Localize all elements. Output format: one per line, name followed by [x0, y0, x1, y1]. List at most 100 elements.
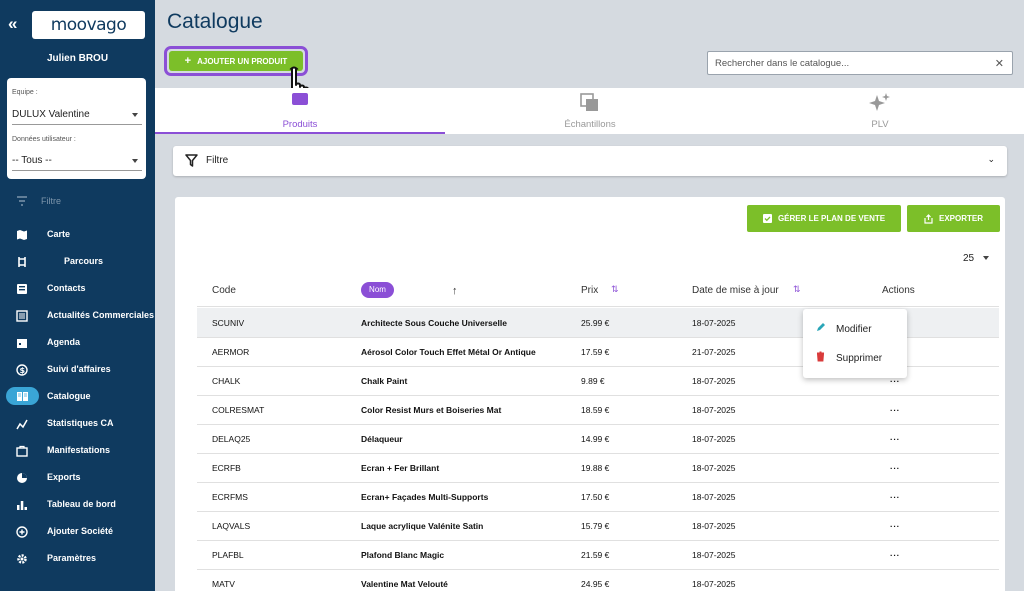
- sidebar-item-suivi[interactable]: $ Suivi d'affaires: [0, 358, 155, 380]
- sidebar-item-label: Parcours: [64, 256, 104, 266]
- row-actions-button[interactable]: ···: [890, 463, 900, 473]
- user-name: Julien BROU: [46, 53, 109, 64]
- briefcase-icon: [15, 444, 29, 457]
- sidebar-item-carte[interactable]: Carte: [0, 223, 155, 245]
- table-row[interactable]: PLAFBL Plafond Blanc Magic 21.59 € 18-07…: [197, 540, 999, 569]
- table-row[interactable]: ECRFMS Ecran+ Façades Multi-Supports 17.…: [197, 482, 999, 511]
- cell-nom: Ecran + Fer Brillant: [361, 463, 440, 473]
- table-row[interactable]: LAQVALS Laque acrylique Valénite Satin 1…: [197, 511, 999, 540]
- chevron-down-icon: [132, 159, 138, 163]
- sidebar-item-agenda[interactable]: Agenda: [0, 331, 155, 353]
- cell-prix: 15.79 €: [581, 521, 610, 531]
- chevron-down-icon: ⌄: [987, 154, 995, 164]
- sidebar-item-label: Contacts: [47, 283, 86, 293]
- catalog-icon: [15, 390, 29, 403]
- cell-code: DELAQ25: [212, 434, 251, 444]
- sidebar-item-statistiques[interactable]: Statistiques CA: [0, 412, 155, 434]
- calendar-icon: [15, 336, 29, 349]
- cell-nom: Aérosol Color Touch Effet Métal Or Antiq…: [361, 347, 536, 357]
- per-page-select[interactable]: 25: [963, 253, 990, 264]
- cell-date: 18-07-2025: [692, 434, 736, 444]
- manage-sales-plan-button[interactable]: GÉRER LE PLAN DE VENTE: [747, 205, 901, 232]
- sidebar-filter[interactable]: Filtre: [16, 196, 61, 206]
- filter-lines-icon: [17, 196, 27, 206]
- cell-date: 21-07-2025: [692, 347, 736, 357]
- sidebar-item-label: Tableau de bord: [47, 499, 116, 509]
- export-button[interactable]: EXPORTER: [907, 205, 1000, 232]
- close-icon[interactable]: ✕: [995, 57, 1004, 70]
- cell-date: 18-07-2025: [692, 521, 736, 531]
- sidebar-item-parcours[interactable]: Parcours: [0, 250, 155, 272]
- sidebar-item-parametres[interactable]: Paramètres: [0, 547, 155, 569]
- collapse-sidebar-button[interactable]: «: [8, 14, 17, 34]
- sidebar-item-label: Exports: [47, 472, 81, 482]
- cell-date: 18-07-2025: [692, 550, 736, 560]
- search-input[interactable]: Rechercher dans le catalogue... ✕: [707, 51, 1013, 75]
- sidebar-item-manifestations[interactable]: Manifestations: [0, 439, 155, 461]
- sidebar-item-contacts[interactable]: Contacts: [0, 277, 155, 299]
- sidebar-item-label: Paramètres: [47, 553, 97, 563]
- cell-date: 18-07-2025: [692, 318, 736, 328]
- chevron-down-icon: [132, 113, 138, 117]
- sparkle-icon: [868, 92, 892, 117]
- column-header-nom[interactable]: Nom: [361, 282, 394, 298]
- row-actions-button[interactable]: ···: [890, 492, 900, 502]
- trash-icon: [816, 351, 825, 362]
- column-header-date[interactable]: Date de mise à jour: [692, 285, 779, 296]
- sidebar-item-actualites[interactable]: Actualités Commerciales: [0, 304, 155, 326]
- add-product-label: AJOUTER UN PRODUIT: [197, 56, 288, 66]
- gear-icon: [15, 552, 29, 565]
- cell-date: 18-07-2025: [692, 376, 736, 386]
- row-actions-button[interactable]: ···: [890, 405, 900, 415]
- sort-toggle-icon[interactable]: ⇅: [611, 284, 619, 295]
- cell-date: 18-07-2025: [692, 463, 736, 473]
- tab-label: Échantillons: [564, 119, 616, 130]
- row-actions-button[interactable]: ···: [890, 434, 900, 444]
- pie-icon: [15, 471, 29, 484]
- sidebar-item-label: Statistiques CA: [47, 418, 114, 428]
- cell-date: 18-07-2025: [692, 492, 736, 502]
- menu-item-supprimer[interactable]: Supprimer: [803, 344, 907, 372]
- cell-prix: 17.50 €: [581, 492, 610, 502]
- sidebar-item-exports[interactable]: Exports: [0, 466, 155, 488]
- svg-text:$: $: [20, 366, 26, 375]
- sidebar-item-ajouter-societe[interactable]: Ajouter Société: [0, 520, 155, 542]
- column-header-prix[interactable]: Prix: [581, 285, 598, 296]
- cell-nom: Color Resist Murs et Boiseries Mat: [361, 405, 502, 415]
- team-select[interactable]: DULUX Valentine: [12, 109, 90, 120]
- cell-code: AERMOR: [212, 347, 250, 357]
- sidebar-item-catalogue[interactable]: Catalogue: [0, 385, 155, 407]
- tab-plv[interactable]: PLV: [735, 88, 1024, 134]
- sidebar-item-tableau[interactable]: Tableau de bord: [0, 493, 155, 515]
- sort-asc-icon[interactable]: ↑: [452, 285, 458, 297]
- cell-code: CHALK: [212, 376, 241, 386]
- divider: [197, 306, 999, 307]
- table-row[interactable]: MATV Valentine Mat Velouté 24.95 € 18-07…: [197, 569, 999, 591]
- sidebar-item-label: Manifestations: [47, 445, 111, 455]
- table-row[interactable]: ECRFB Ecran + Fer Brillant 19.88 € 18-07…: [197, 453, 999, 482]
- tab-label: Produits: [282, 119, 318, 130]
- sort-toggle-icon[interactable]: ⇅: [793, 284, 801, 295]
- tab-echantillons[interactable]: Échantillons: [445, 88, 735, 134]
- samples-icon: [579, 92, 601, 115]
- userdata-select[interactable]: -- Tous --: [12, 155, 52, 166]
- column-header-code[interactable]: Code: [212, 285, 236, 296]
- manage-sales-plan-label: GÉRER LE PLAN DE VENTE: [777, 214, 886, 223]
- filter-icon: [185, 154, 198, 167]
- row-actions-button[interactable]: ···: [890, 521, 900, 531]
- cell-nom: Ecran+ Façades Multi-Supports: [361, 492, 489, 502]
- table-row[interactable]: COLRESMAT Color Resist Murs et Boiseries…: [197, 395, 999, 424]
- cell-prix: 17.59 €: [581, 347, 610, 357]
- cell-nom: Laque acrylique Valénite Satin: [361, 521, 484, 531]
- filter-label: Filtre: [206, 155, 229, 166]
- map-icon: [15, 228, 29, 241]
- filter-bar[interactable]: Filtre ⌄: [173, 146, 1007, 176]
- sidebar-item-label: Actualités Commerciales: [47, 310, 155, 320]
- menu-item-modifier[interactable]: Modifier: [803, 315, 907, 343]
- cell-code: LAQVALS: [212, 521, 251, 531]
- table-row[interactable]: DELAQ25 Délaqueur 14.99 € 18-07-2025 ···: [197, 424, 999, 453]
- tab-produits[interactable]: Produits: [155, 88, 445, 134]
- row-actions-button[interactable]: ···: [890, 550, 900, 560]
- cell-date: 18-07-2025: [692, 579, 736, 589]
- plus-icon: +: [184, 55, 192, 67]
